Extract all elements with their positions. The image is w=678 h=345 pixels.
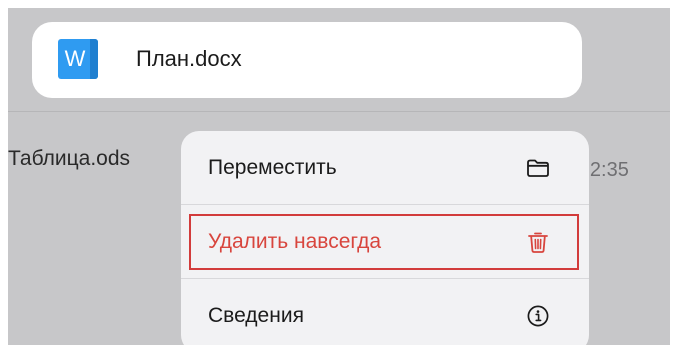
trash-icon [528,232,548,253]
menu-item-move[interactable]: Переместить [181,131,589,204]
focused-file-name: План.docx [136,46,242,71]
folder-icon [527,159,549,177]
dimmed-file-list: Таблица.ods л, 12:35 W План.docx Перемес… [8,8,670,345]
menu-item-move-label: Переместить [208,155,337,179]
menu-item-delete-label: Удалить навсегда [208,229,382,253]
doc-icon-letter: W [64,46,86,71]
menu-item-delete-forever[interactable]: Удалить навсегда [181,205,589,278]
menu-item-info[interactable]: Сведения [181,279,589,345]
list-divider [8,111,670,112]
menu-item-info-label: Сведения [208,304,304,327]
background-file-name: Таблица.ods [8,147,131,170]
info-circle-icon [527,305,549,327]
context-menu: Переместить Удалить навсегда Сведения [181,131,589,345]
word-document-icon: W [58,39,98,79]
focused-file-row[interactable]: W План.docx [32,22,582,98]
